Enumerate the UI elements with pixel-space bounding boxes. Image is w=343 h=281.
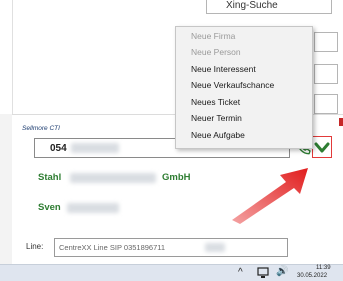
redacted-number [71, 143, 119, 153]
xing-search-label: Xing-Suche [226, 0, 278, 11]
network-icon[interactable] [257, 267, 271, 279]
line-label: Line: [26, 242, 44, 251]
tray-expand-icon[interactable]: ^ [238, 267, 243, 278]
menu-item-neues-ticket[interactable]: Neues Ticket [191, 97, 240, 107]
clock-time[interactable]: 11:39 [316, 265, 331, 271]
volume-icon[interactable]: 🔊 [276, 266, 288, 277]
background-field-1[interactable] [314, 32, 338, 52]
menu-item-neue-verkaufschance[interactable]: Neue Verkaufschance [191, 80, 274, 90]
contact-first-name: Sven [38, 202, 61, 213]
company-name-suffix: GmbH [162, 172, 191, 183]
line-field[interactable]: CentreXX Line SIP 0351896711 [54, 238, 288, 257]
line-value: CentreXX Line SIP 0351896711 [59, 243, 166, 252]
new-entry-dropdown-button[interactable] [312, 136, 332, 158]
redacted-line-suffix [205, 243, 225, 252]
menu-item-neue-interessent[interactable]: Neue Interessent [191, 64, 256, 74]
caller-number-prefix: 054 [50, 143, 67, 154]
background-left-edge [0, 0, 13, 114]
redacted-company [70, 173, 156, 183]
annotation-arrow-icon [232, 168, 308, 224]
menu-item-neue-firma[interactable]: Neue Firma [191, 31, 235, 41]
popup-title: Sellmore CTI [22, 125, 60, 132]
menu-item-neue-aufgabe[interactable]: Neue Aufgabe [191, 130, 245, 140]
menu-item-neuer-termin[interactable]: Neuer Termin [191, 113, 242, 123]
background-field-3[interactable] [314, 94, 338, 114]
clock-date[interactable]: 30.05.2022 [297, 273, 327, 279]
company-name-prefix: Stahl [38, 172, 62, 183]
background-field-2[interactable] [314, 64, 338, 84]
menu-item-neue-person[interactable]: Neue Person [191, 47, 241, 57]
redacted-surname [67, 203, 119, 213]
chevron-down-icon [314, 142, 330, 153]
red-marker [339, 118, 343, 126]
taskbar: ^ 🔊 11:39 30.05.2022 [0, 264, 343, 281]
new-entry-context-menu: Neue Firma Neue Person Neue Interessent … [175, 26, 313, 149]
